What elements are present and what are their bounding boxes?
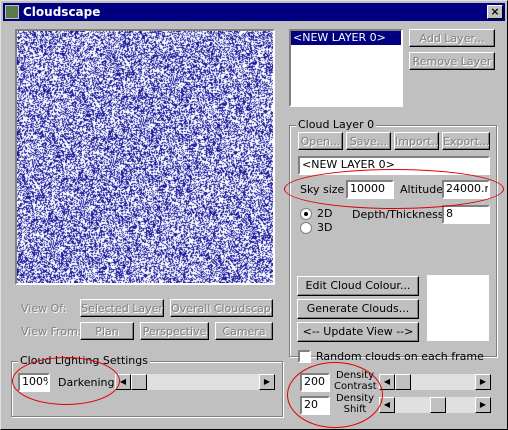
density-contrast-field[interactable]: 200	[300, 373, 330, 392]
export-button[interactable]: Export...	[442, 132, 490, 150]
slider-left-arrow-icon[interactable]: ◀	[115, 374, 131, 390]
layer-list-item[interactable]: <NEW LAYER 0>	[291, 31, 401, 45]
depth-thickness-field[interactable]: 8	[442, 205, 490, 224]
selected-layer-button[interactable]: Selected Layer	[80, 299, 164, 317]
density-contrast-label-line1: Density	[335, 370, 375, 381]
generate-clouds-button[interactable]: Generate Clouds...	[297, 299, 419, 319]
view-from-label: View From:	[21, 325, 82, 338]
overall-cloudscape-button[interactable]: Overall Cloudscape	[170, 299, 273, 317]
density-contrast-label-line2: Contrast	[334, 381, 377, 392]
cloud-preview	[17, 31, 273, 283]
window-title: Cloudscape	[23, 5, 101, 19]
mode-2d-label: 2D	[317, 207, 333, 220]
contrast-right-arrow-icon[interactable]: ▶	[475, 374, 491, 390]
sky-size-label: Sky size	[300, 183, 345, 196]
cloud-preview-frame	[15, 29, 275, 285]
density-shift-label-line2: Shift	[343, 404, 367, 415]
lighting-group-title: Cloud Lighting Settings	[18, 354, 150, 367]
cloud-colour-swatch	[427, 275, 489, 341]
app-icon	[5, 5, 19, 19]
density-shift-label-line1: Density	[335, 393, 375, 404]
import-button[interactable]: Import...	[394, 132, 439, 150]
title-bar[interactable]: Cloudscape ×	[3, 3, 505, 21]
shift-left-arrow-icon[interactable]: ◀	[379, 397, 395, 413]
open-button[interactable]: Open...	[298, 132, 343, 150]
cloud-layer-group-title: Cloud Layer 0	[296, 118, 377, 131]
density-shift-field[interactable]: 20	[300, 396, 330, 415]
add-layer-button[interactable]: Add Layer...	[409, 29, 495, 47]
layer-list[interactable]: <NEW LAYER 0>	[289, 29, 403, 107]
density-shift-label: Density Shift	[334, 393, 376, 415]
random-clouds-checkbox[interactable]	[298, 350, 311, 363]
mode-3d-radio[interactable]	[300, 222, 312, 234]
save-button[interactable]: Save...	[346, 132, 391, 150]
camera-button[interactable]: Camera	[215, 322, 273, 340]
edit-cloud-colour-button[interactable]: Edit Cloud Colour...	[297, 276, 419, 296]
density-contrast-label: Density Contrast	[334, 370, 377, 392]
random-clouds-label: Random clouds on each frame	[316, 350, 484, 363]
mode-3d-label: 3D	[317, 221, 333, 234]
altitude-label: Altitude	[400, 183, 443, 196]
contrast-left-arrow-icon[interactable]: ◀	[379, 374, 395, 390]
density-shift-slider[interactable]: ◀ ▶	[379, 397, 491, 413]
cloudscape-window: Cloudscape × <NEW LAYER 0> Add Layer... …	[0, 0, 508, 430]
update-view-button[interactable]: <-- Update View -->	[297, 322, 419, 342]
close-button[interactable]: ×	[487, 5, 503, 19]
density-contrast-slider[interactable]: ◀ ▶	[379, 374, 491, 390]
mode-2d-radio[interactable]	[300, 208, 312, 220]
altitude-field[interactable]: 24000.m	[442, 180, 490, 199]
density-shift-slider-thumb[interactable]	[430, 397, 447, 413]
depth-thickness-label: Depth/Thickness	[352, 208, 444, 221]
perspective-button[interactable]: Perspective	[140, 322, 209, 340]
view-of-label: View Of:	[21, 302, 67, 315]
darkening-slider[interactable]: ◀ ▶	[115, 374, 275, 390]
density-contrast-slider-thumb[interactable]	[395, 374, 411, 390]
darkening-slider-thumb[interactable]	[131, 374, 147, 390]
darkening-label: Darkening	[58, 376, 115, 389]
shift-right-arrow-icon[interactable]: ▶	[475, 397, 491, 413]
remove-layer-button[interactable]: Remove Layer	[409, 52, 495, 70]
layer-name-field[interactable]: <NEW LAYER 0>	[298, 156, 490, 175]
plan-button[interactable]: Plan	[80, 322, 134, 340]
sky-size-field[interactable]: 10000	[346, 180, 394, 199]
darkening-value-field[interactable]: 100%	[18, 373, 50, 392]
slider-right-arrow-icon[interactable]: ▶	[259, 374, 275, 390]
